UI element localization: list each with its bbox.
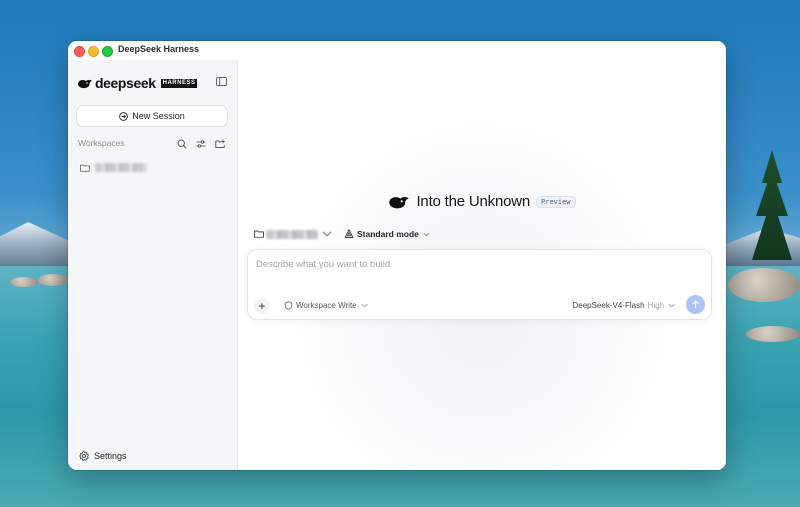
hero-title: Into the Unknown: [416, 193, 531, 210]
send-button[interactable]: [686, 295, 705, 314]
title-bar[interactable]: DeepSeek Harness: [68, 41, 726, 61]
workspaces-header: Workspaces: [78, 138, 125, 148]
main-panel: Into the Unknown Preview Standard mode D…: [238, 60, 726, 470]
workspace-folder-picker[interactable]: [254, 229, 332, 239]
chevron-down-icon: [361, 303, 368, 308]
model-label: DeepSeek-V4-Flash: [572, 301, 645, 310]
brand-name: deepseek: [95, 75, 156, 91]
preview-badge: Preview: [536, 195, 576, 208]
tree: [752, 150, 792, 260]
minimize-window-button[interactable]: [88, 46, 99, 57]
window-title: DeepSeek Harness: [118, 44, 200, 54]
rock: [38, 274, 68, 286]
chevron-down-icon: [423, 232, 430, 236]
mode-label: Standard mode: [357, 229, 419, 239]
shield-icon: [284, 301, 293, 310]
sidebar-toggle-icon[interactable]: [216, 77, 227, 86]
rock: [728, 268, 800, 302]
app-window: DeepSeek Harness deepseek HARNESS New Se…: [68, 41, 726, 470]
new-session-button[interactable]: New Session: [76, 105, 228, 127]
search-icon[interactable]: [177, 139, 187, 149]
plus-icon: +: [258, 299, 266, 313]
chevron-down-icon: [668, 303, 675, 308]
prompt-composer: + Workspace Write DeepSeek-V4-Flash High: [247, 249, 712, 320]
new-session-label: New Session: [132, 111, 185, 121]
context-row: Standard mode: [254, 229, 430, 239]
close-window-button[interactable]: [74, 46, 85, 57]
workspace-name-redacted: [95, 163, 147, 172]
new-folder-icon[interactable]: [215, 139, 225, 149]
mode-icon: [344, 229, 354, 238]
settings-button[interactable]: Settings: [79, 451, 127, 461]
filter-icon[interactable]: [196, 139, 206, 149]
workspace-item[interactable]: [80, 163, 147, 172]
folder-name-redacted: [266, 229, 318, 239]
permission-selector[interactable]: Workspace Write: [284, 301, 368, 310]
mountain-left: [0, 222, 70, 270]
rock: [10, 277, 38, 287]
settings-gear-icon: [79, 451, 89, 461]
brand-logo: deepseek HARNESS: [77, 75, 198, 91]
send-arrow-icon: [692, 300, 699, 309]
whale-logo-icon: [77, 79, 92, 88]
prompt-input[interactable]: [256, 259, 676, 270]
mode-selector[interactable]: Standard mode: [344, 229, 430, 239]
model-selector[interactable]: DeepSeek-V4-Flash High: [573, 301, 676, 310]
rock: [746, 326, 800, 342]
folder-icon: [80, 164, 90, 172]
chevron-down-icon: [322, 231, 332, 237]
new-session-icon: [119, 111, 129, 121]
effort-label: High: [647, 301, 664, 310]
sidebar: deepseek HARNESS New Session Workspaces: [68, 60, 238, 470]
hero-heading: Into the Unknown Preview: [238, 193, 726, 210]
whale-logo-icon: [389, 196, 410, 208]
permission-label: Workspace Write: [296, 301, 357, 310]
harness-badge: HARNESS: [160, 78, 198, 88]
zoom-window-button[interactable]: [102, 46, 113, 57]
attach-button[interactable]: +: [254, 298, 270, 314]
folder-icon: [254, 230, 264, 238]
settings-label: Settings: [94, 451, 127, 461]
